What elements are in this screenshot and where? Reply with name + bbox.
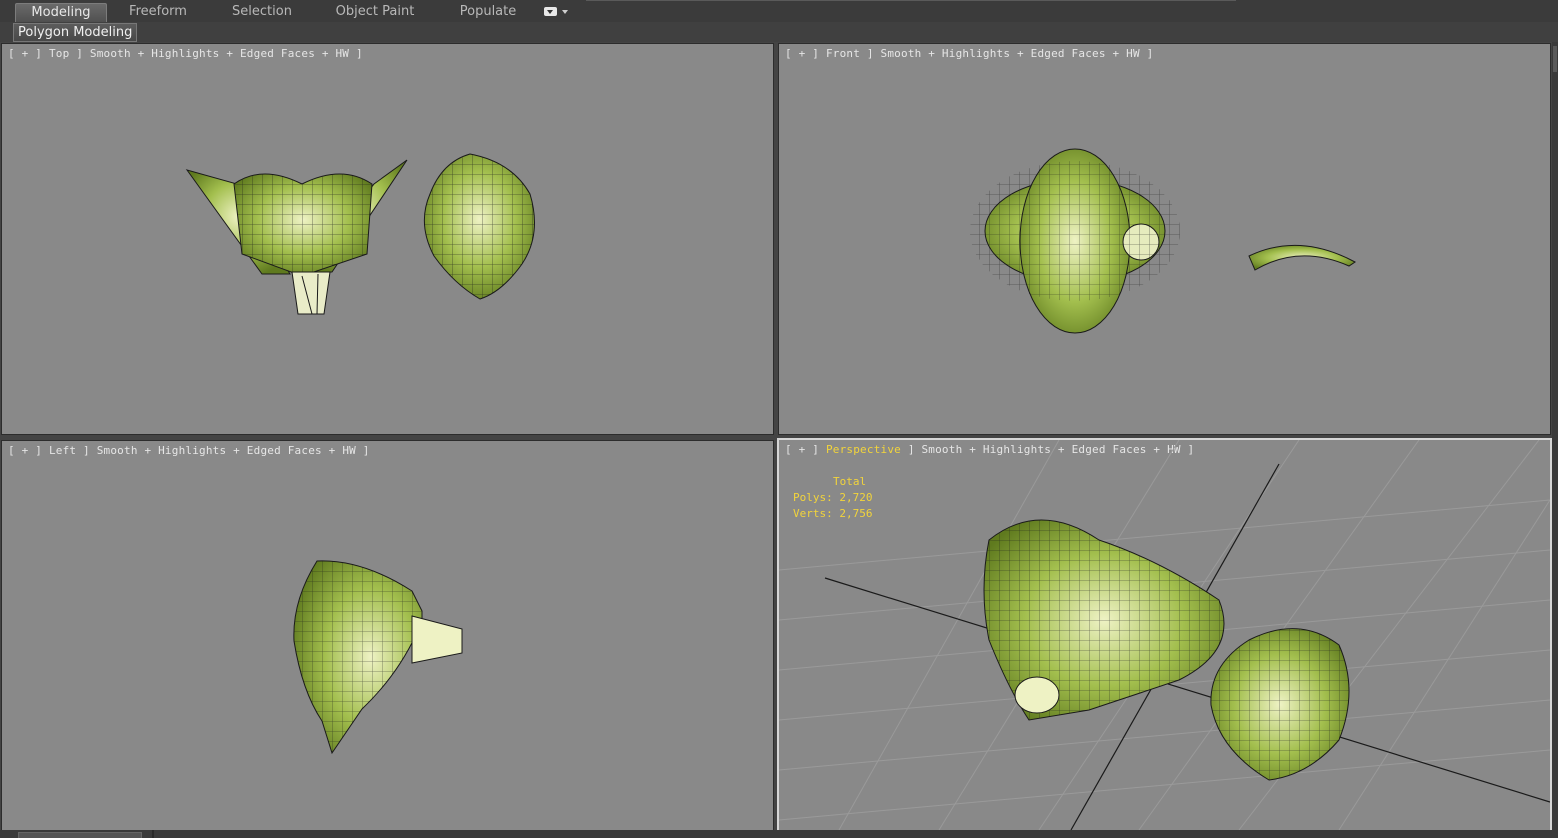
viewport-perspective[interactable]: [ + ] Perspective ] Smooth + Highlights … bbox=[777, 438, 1552, 832]
flower-bud-front-mesh bbox=[970, 148, 1180, 334]
top-view-model bbox=[185, 153, 535, 315]
max-app-window: Modeling Freeform Selection Object Paint… bbox=[0, 0, 1558, 838]
time-slider-divider bbox=[152, 830, 154, 838]
polygon-modeling-button[interactable]: Polygon Modeling bbox=[13, 23, 138, 42]
tab-object-paint[interactable]: Object Paint bbox=[332, 3, 418, 21]
time-slider-bar bbox=[0, 830, 1558, 838]
ribbon-tab-bar: Modeling Freeform Selection Object Paint… bbox=[0, 0, 1558, 23]
scrollbar-thumb[interactable] bbox=[1553, 46, 1557, 72]
dropdown-menu-icon[interactable] bbox=[544, 6, 570, 18]
tab-freeform[interactable]: Freeform bbox=[118, 3, 198, 21]
ribbon-divider bbox=[586, 0, 1236, 1]
time-slider[interactable] bbox=[18, 832, 142, 838]
separate-petal-mesh bbox=[423, 153, 535, 300]
petal-side-mesh bbox=[1248, 244, 1356, 271]
command-panel-scrollbar[interactable] bbox=[1552, 42, 1558, 838]
viewport-left[interactable]: [ + ] Left ] Smooth + Highlights + Edged… bbox=[1, 440, 774, 831]
viewport-top[interactable]: [ + ] Top ] Smooth + Highlights + Edged … bbox=[1, 43, 774, 435]
tab-modeling[interactable]: Modeling bbox=[15, 3, 107, 22]
tab-selection[interactable]: Selection bbox=[222, 3, 302, 21]
ribbon-panel-row: Polygon Modeling bbox=[0, 22, 1558, 42]
flower-bud-side-mesh bbox=[293, 560, 463, 755]
tab-populate[interactable]: Populate bbox=[452, 3, 524, 21]
viewport-front[interactable]: [ + ] Front ] Smooth + Highlights + Edge… bbox=[778, 43, 1551, 435]
flower-petals-mesh bbox=[185, 159, 408, 315]
perspective-view-model bbox=[779, 440, 1550, 830]
left-view-model bbox=[293, 560, 463, 755]
front-view-model bbox=[970, 148, 1356, 334]
separate-petal-perspective-mesh bbox=[1210, 628, 1350, 781]
